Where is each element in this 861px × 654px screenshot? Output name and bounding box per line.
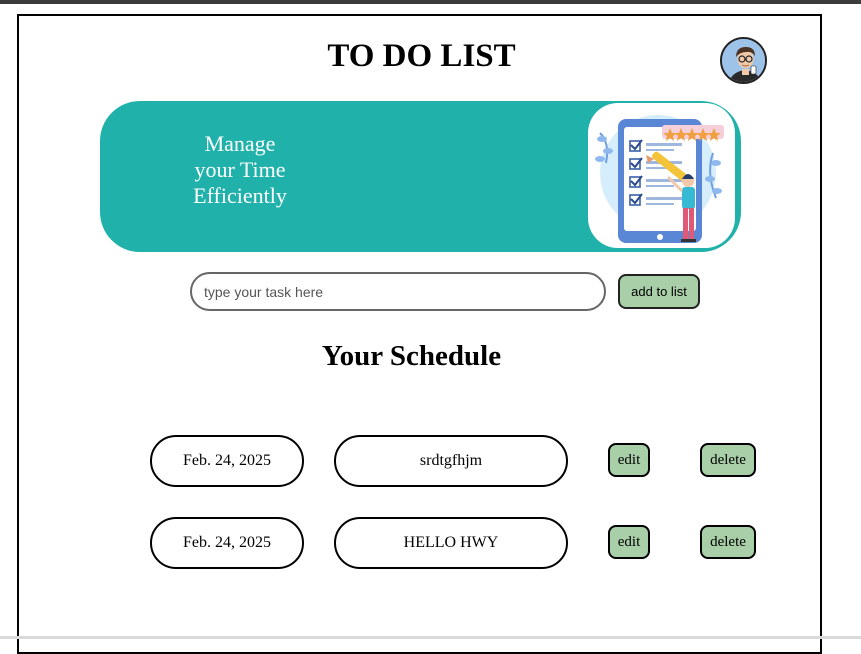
checklist-illustration-icon bbox=[588, 103, 735, 248]
hero-banner: Manage your Time Efficiently bbox=[100, 101, 741, 252]
edit-button[interactable]: edit bbox=[608, 443, 650, 477]
delete-button[interactable]: delete bbox=[700, 525, 756, 559]
banner-tagline: Manage your Time Efficiently bbox=[170, 131, 310, 209]
task-input[interactable] bbox=[190, 272, 606, 311]
edit-button[interactable]: edit bbox=[608, 525, 650, 559]
avatar-icon bbox=[722, 39, 765, 82]
banner-line-1: Manage bbox=[204, 131, 276, 156]
browser-top-edge bbox=[0, 0, 861, 4]
add-to-list-button[interactable]: add to list bbox=[618, 274, 700, 309]
banner-line-3: Efficiently bbox=[193, 183, 287, 208]
task-date: Feb. 24, 2025 bbox=[150, 435, 304, 487]
schedule-row: Feb. 24, 2025 srdtgfhjm edit delete bbox=[19, 435, 824, 489]
banner-line-2: your Time bbox=[194, 157, 286, 182]
schedule-heading: Your Schedule bbox=[321, 340, 502, 372]
task-date: Feb. 24, 2025 bbox=[150, 517, 304, 569]
app-container: TO DO LIST Manage your Time Efficiently bbox=[17, 14, 822, 654]
user-avatar[interactable] bbox=[720, 37, 767, 84]
task-text: HELLO HWY bbox=[334, 517, 568, 569]
page-title: TO DO LIST bbox=[327, 38, 516, 74]
task-text: srdtgfhjm bbox=[334, 435, 568, 487]
schedule-row: Feb. 24, 2025 HELLO HWY edit delete bbox=[19, 517, 824, 571]
delete-button[interactable]: delete bbox=[700, 443, 756, 477]
